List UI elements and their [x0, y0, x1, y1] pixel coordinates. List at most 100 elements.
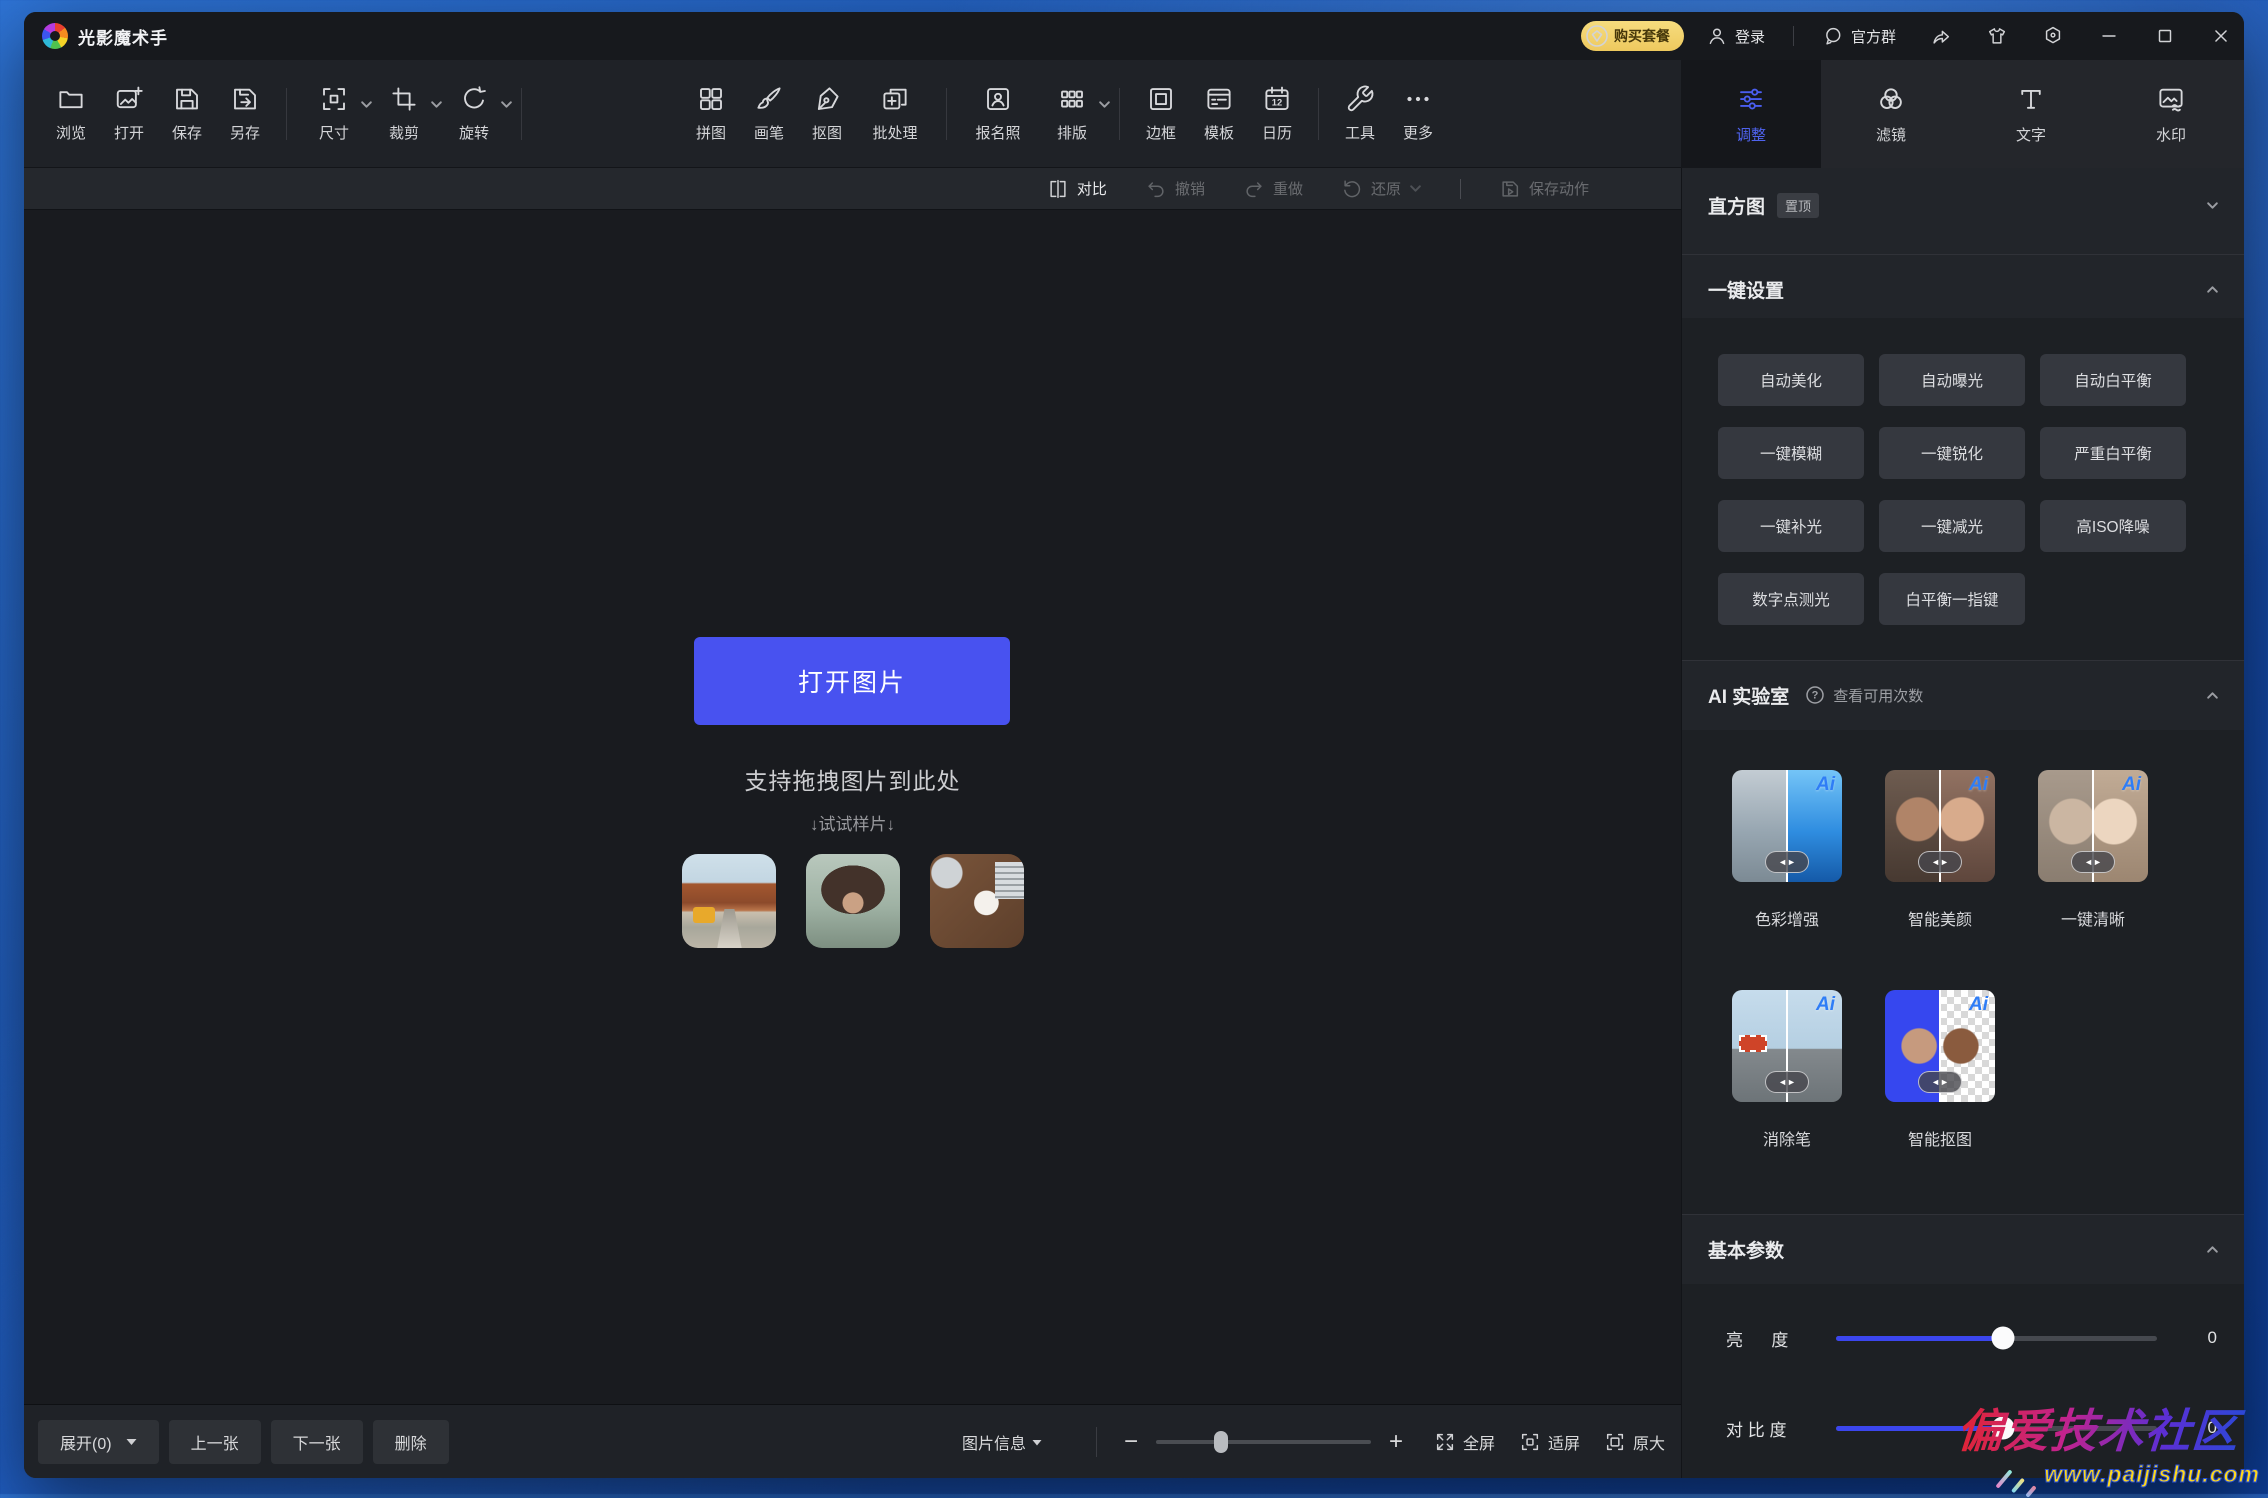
toolbar-more[interactable]: 更多 — [1389, 84, 1447, 143]
toolbar-layout[interactable]: 排版 — [1037, 84, 1107, 143]
toolbar-save-as[interactable]: 另存 — [216, 84, 274, 143]
one-key-collapse-toggle[interactable] — [2206, 283, 2219, 296]
tab-text[interactable]: 文字 — [1961, 60, 2101, 168]
caret-down-icon — [126, 1438, 137, 1446]
ai-lab-collapse-toggle[interactable] — [2206, 689, 2219, 702]
ai-smart-beauty-thumb[interactable]: Ai ◄► — [1885, 770, 1995, 882]
sample-image-portrait[interactable] — [806, 854, 900, 948]
one-key-dim-light-button[interactable]: 一键减光 — [1879, 500, 2025, 552]
brightness-slider-thumb[interactable] — [1991, 1327, 2014, 1350]
compare-slider-handle[interactable]: ◄► — [1765, 1071, 1809, 1093]
chevron-down-icon[interactable] — [500, 98, 513, 116]
compare-slider-handle[interactable]: ◄► — [1918, 851, 1962, 873]
toolbar-browse[interactable]: 浏览 — [42, 84, 100, 143]
contrast-slider[interactable] — [1836, 1426, 2157, 1431]
minimize-button[interactable] — [2086, 12, 2132, 60]
toolbar-id-photo[interactable]: 报名照 — [959, 84, 1037, 143]
image-info-dropdown[interactable]: 图片信息 — [962, 1405, 1042, 1478]
toolbar-template[interactable]: 模板 — [1190, 84, 1248, 143]
ai-smart-matting[interactable]: Ai ◄► 智能抠图 — [1885, 990, 1995, 1150]
auto-beautify-button[interactable]: 自动美化 — [1718, 354, 1864, 406]
fit-screen-button[interactable]: 适屏 — [1519, 1430, 1580, 1454]
toolbar-open[interactable]: 打开 — [100, 84, 158, 143]
tab-watermark[interactable]: 水印 — [2101, 60, 2241, 168]
undo-button[interactable]: 撤销 — [1145, 178, 1205, 200]
more-dots-icon — [1403, 84, 1433, 114]
skin-theme-button[interactable] — [1986, 25, 2008, 47]
save-action-button[interactable]: 保存动作 — [1499, 178, 1589, 200]
ai-item-label: 智能抠图 — [1885, 1126, 1995, 1150]
toolbar-rotate[interactable]: 旋转 — [439, 84, 509, 143]
panel-tabs: 调整 滤镜 文字 水印 — [1681, 60, 2244, 168]
vip-gem-icon — [1586, 25, 1608, 47]
compare-slider-handle[interactable]: ◄► — [1765, 851, 1809, 873]
official-group-button[interactable]: 官方群 — [1822, 25, 1896, 47]
ai-one-key-clarity[interactable]: Ai ◄► 一键清晰 — [2038, 770, 2148, 930]
basic-params-title: 基本参数 — [1708, 1236, 1784, 1263]
one-key-fill-light-button[interactable]: 一键补光 — [1718, 500, 1864, 552]
share-button[interactable] — [1930, 25, 1952, 47]
zoom-in-button[interactable]: + — [1389, 1430, 1403, 1454]
actionbar-separator — [1460, 179, 1461, 199]
compare-slider-handle[interactable]: ◄► — [2071, 851, 2115, 873]
prev-image-button[interactable]: 上一张 — [169, 1420, 261, 1464]
toolbar-crop[interactable]: 裁剪 — [369, 84, 439, 143]
chevron-down-icon[interactable] — [1098, 98, 1111, 116]
zoom-slider-thumb[interactable] — [1214, 1431, 1228, 1453]
compare-slider-handle[interactable]: ◄► — [1918, 1071, 1962, 1093]
next-image-button[interactable]: 下一张 — [271, 1420, 363, 1464]
toolbar-brush[interactable]: 画笔 — [740, 84, 798, 143]
digital-spot-metering-button[interactable]: 数字点测光 — [1718, 573, 1864, 625]
brightness-slider[interactable] — [1836, 1336, 2157, 1341]
ai-usage-link[interactable]: ? 查看可用次数 — [1805, 685, 1923, 706]
toolbar-collage[interactable]: 拼图 — [682, 84, 740, 143]
toolbar-batch[interactable]: 批处理 — [856, 84, 934, 143]
buy-package-button[interactable]: 购买套餐 — [1581, 21, 1684, 51]
tab-adjust[interactable]: 调整 — [1681, 60, 1821, 168]
ai-smart-matting-thumb[interactable]: Ai ◄► — [1885, 990, 1995, 1102]
auto-white-balance-button[interactable]: 自动白平衡 — [2040, 354, 2186, 406]
fullscreen-button[interactable]: 全屏 — [1434, 1430, 1495, 1454]
original-size-button[interactable]: 原大 — [1604, 1430, 1665, 1454]
sample-image-desk-flatlay[interactable] — [930, 854, 1024, 948]
restore-button[interactable]: 还原 — [1341, 178, 1422, 200]
ai-eraser-pen[interactable]: Ai ◄► 消除笔 — [1732, 990, 1842, 1150]
ai-eraser-pen-thumb[interactable]: Ai ◄► — [1732, 990, 1842, 1102]
redo-label: 重做 — [1273, 178, 1303, 199]
zoom-out-button[interactable]: − — [1124, 1430, 1138, 1454]
pin-top-badge[interactable]: 置顶 — [1777, 193, 1819, 218]
toolbar-label: 边框 — [1146, 122, 1176, 143]
ai-color-enhance[interactable]: Ai ◄► 色彩增强 — [1732, 770, 1842, 930]
ai-one-key-clarity-thumb[interactable]: Ai ◄► — [2038, 770, 2148, 882]
strong-white-balance-button[interactable]: 严重白平衡 — [2040, 427, 2186, 479]
open-image-button[interactable]: 打开图片 — [694, 637, 1010, 725]
high-iso-denoise-button[interactable]: 高ISO降噪 — [2040, 500, 2186, 552]
toolbar-save[interactable]: 保存 — [158, 84, 216, 143]
one-key-sharpen-button[interactable]: 一键锐化 — [1879, 427, 2025, 479]
toolbar-tools[interactable]: 工具 — [1331, 84, 1389, 143]
tab-filters[interactable]: 滤镜 — [1821, 60, 1961, 168]
toolbar-calendar[interactable]: 12 日历 — [1248, 84, 1306, 143]
basic-params-collapse-toggle[interactable] — [2206, 1243, 2219, 1256]
white-balance-one-touch-button[interactable]: 白平衡一指键 — [1879, 573, 2025, 625]
histogram-collapse-toggle[interactable] — [2206, 199, 2219, 212]
ai-color-enhance-thumb[interactable]: Ai ◄► — [1732, 770, 1842, 882]
compare-button[interactable]: 对比 — [1047, 178, 1107, 200]
close-button[interactable] — [2198, 12, 2244, 60]
ai-smart-beauty[interactable]: Ai ◄► 智能美颜 — [1885, 770, 1995, 930]
toolbar-frame[interactable]: 边框 — [1132, 84, 1190, 143]
canvas-area[interactable]: 打开图片 支持拖拽图片到此处 ↓试试样片↓ — [24, 210, 1681, 1404]
toolbar-resize[interactable]: 尺寸 — [299, 84, 369, 143]
redo-button[interactable]: 重做 — [1243, 178, 1303, 200]
zoom-slider[interactable] — [1156, 1440, 1371, 1444]
settings-button[interactable] — [2042, 25, 2064, 47]
auto-exposure-button[interactable]: 自动曝光 — [1879, 354, 2025, 406]
login-button[interactable]: 登录 — [1706, 25, 1765, 47]
toolbar-matting[interactable]: 抠图 — [798, 84, 856, 143]
sample-image-desert-road[interactable] — [682, 854, 776, 948]
delete-image-button[interactable]: 删除 — [373, 1420, 449, 1464]
one-key-blur-button[interactable]: 一键模糊 — [1718, 427, 1864, 479]
maximize-button[interactable] — [2142, 12, 2188, 60]
contrast-slider-thumb[interactable] — [1991, 1417, 2014, 1440]
expand-filmstrip-button[interactable]: 展开(0) — [38, 1420, 159, 1464]
